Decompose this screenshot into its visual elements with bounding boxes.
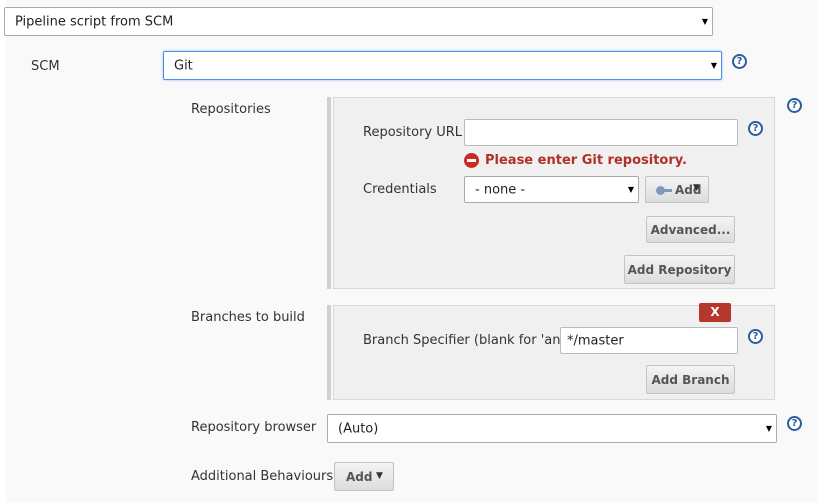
repositories-box-bar <box>327 97 331 289</box>
definition-select-value: Pipeline script from SCM <box>15 14 174 29</box>
help-icon[interactable]: ? <box>748 121 763 136</box>
add-branch-button[interactable]: Add Branch <box>646 365 735 394</box>
error-icon <box>464 153 479 168</box>
branch-specifier-value: */master <box>567 333 624 348</box>
caret-down-icon: ▼ <box>376 471 383 481</box>
help-icon[interactable]: ? <box>787 416 802 431</box>
help-icon[interactable]: ? <box>787 98 802 113</box>
add-branch-button-label: Add Branch <box>651 372 730 387</box>
help-icon[interactable]: ? <box>748 329 763 344</box>
repository-url-input[interactable] <box>464 119 738 146</box>
additional-behaviours-label: Additional Behaviours <box>191 469 334 484</box>
repository-url-error: Please enter Git repository. <box>485 153 687 168</box>
branches-label: Branches to build <box>191 310 305 325</box>
key-shaft <box>663 189 672 192</box>
delete-branch-button[interactable]: X <box>699 303 731 322</box>
chevron-down-icon: ▼ <box>627 184 634 194</box>
scm-select[interactable]: Git ▼ <box>163 51 722 80</box>
caret-down-icon: ▼ <box>693 183 700 193</box>
chevron-down-icon: ▼ <box>710 60 717 70</box>
repositories-label: Repositories <box>191 102 271 117</box>
additional-behaviours-add-label: Add <box>346 470 373 484</box>
chevron-down-icon: ▼ <box>765 423 772 433</box>
branch-specifier-input[interactable]: */master <box>560 327 738 354</box>
advanced-button-label: Advanced... <box>650 222 731 237</box>
repository-browser-value: (Auto) <box>338 421 379 436</box>
branches-box-bar <box>327 305 331 400</box>
add-repository-button-label: Add Repository <box>627 262 732 277</box>
advanced-button[interactable]: Advanced... <box>646 216 735 243</box>
credentials-select-value: - none - <box>475 182 526 197</box>
branch-specifier-label: Branch Specifier (blank for 'any') <box>363 333 577 348</box>
scm-label: SCM <box>31 59 60 74</box>
credentials-add-button[interactable]: Add ▼ <box>645 176 709 203</box>
repository-url-label: Repository URL <box>363 125 463 140</box>
left-strip <box>0 0 6 502</box>
credentials-select[interactable]: - none - ▼ <box>464 176 639 203</box>
repository-browser-select[interactable]: (Auto) ▼ <box>327 414 777 443</box>
add-repository-button[interactable]: Add Repository <box>624 255 735 284</box>
credentials-label: Credentials <box>363 182 437 197</box>
scm-select-value: Git <box>174 58 193 73</box>
additional-behaviours-add-button[interactable]: Add ▼ <box>334 462 394 491</box>
chevron-down-icon: ▼ <box>701 16 708 26</box>
definition-select[interactable]: Pipeline script from SCM ▼ <box>4 7 713 36</box>
help-icon[interactable]: ? <box>732 54 747 69</box>
repository-browser-label: Repository browser <box>191 420 317 435</box>
